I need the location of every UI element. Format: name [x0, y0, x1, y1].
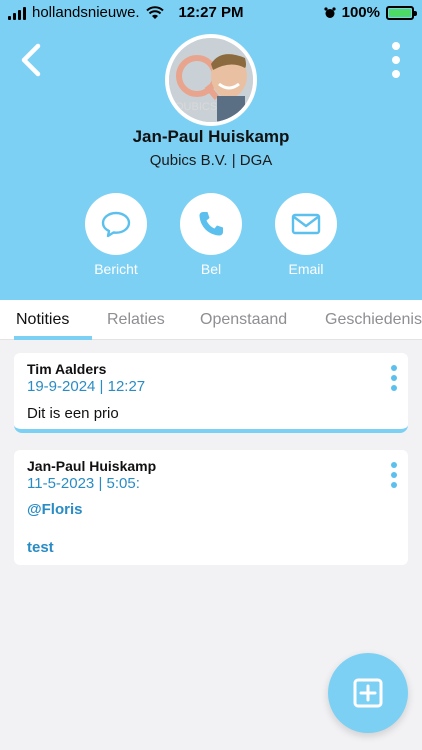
- note-date: 19-9-2024 | 12:27: [27, 378, 146, 395]
- call-button[interactable]: Bel: [176, 193, 246, 277]
- avatar-logo-text: QUBICS: [175, 101, 217, 113]
- note-text: Dit is een prio: [27, 405, 119, 422]
- phone-icon: [199, 212, 223, 236]
- profile-header: hollandsnieuwe. 12:27 PM 100% QUBICS Jan…: [0, 0, 422, 300]
- chat-bubble-icon: [101, 211, 131, 238]
- tab-relations[interactable]: Relaties: [107, 311, 165, 329]
- back-button[interactable]: [16, 40, 48, 80]
- battery-icon: [386, 5, 417, 20]
- message-button[interactable]: Bericht: [81, 193, 151, 277]
- envelope-icon: [291, 213, 321, 235]
- note-date: 11-5-2023 | 5:05:: [27, 475, 140, 492]
- note-menu-button[interactable]: [390, 462, 398, 488]
- battery-percentage: 100%: [341, 4, 380, 21]
- plus-square-icon: [353, 678, 383, 708]
- alarm-icon: [324, 6, 336, 18]
- contact-name: Jan-Paul Huiskamp: [132, 127, 290, 146]
- chevron-left-icon: [21, 43, 41, 77]
- note-text: test: [27, 539, 54, 556]
- email-button[interactable]: Email: [271, 193, 341, 277]
- note-author: Tim Aalders: [27, 361, 107, 377]
- add-note-button[interactable]: [328, 653, 408, 733]
- avatar: QUBICS: [165, 34, 257, 126]
- note-card[interactable]: Tim Aalders 19-9-2024 | 12:27 Dit is een…: [14, 353, 408, 433]
- tab-notes[interactable]: Notities: [16, 311, 69, 329]
- note-card[interactable]: Jan-Paul Huiskamp 11-5-2023 | 5:05: @Flo…: [14, 450, 408, 565]
- active-tab-indicator: [14, 336, 92, 340]
- tab-bar: Notities Relaties Openstaand Geschiedeni…: [0, 300, 422, 340]
- note-author: Jan-Paul Huiskamp: [27, 458, 157, 474]
- call-label: Bel: [200, 261, 222, 277]
- note-mention[interactable]: @Floris: [27, 501, 82, 518]
- email-label: Email: [288, 261, 324, 277]
- more-options-button[interactable]: [388, 42, 404, 78]
- profile-photo: QUBICS: [169, 38, 253, 122]
- tab-outstanding[interactable]: Openstaand: [200, 311, 287, 329]
- message-label: Bericht: [94, 261, 138, 277]
- tab-history[interactable]: Geschiedenis: [325, 311, 422, 329]
- note-menu-button[interactable]: [390, 365, 398, 391]
- status-bar: hollandsnieuwe. 12:27 PM 100%: [0, 0, 422, 26]
- contact-company: Qubics B.V. | DGA: [149, 152, 273, 169]
